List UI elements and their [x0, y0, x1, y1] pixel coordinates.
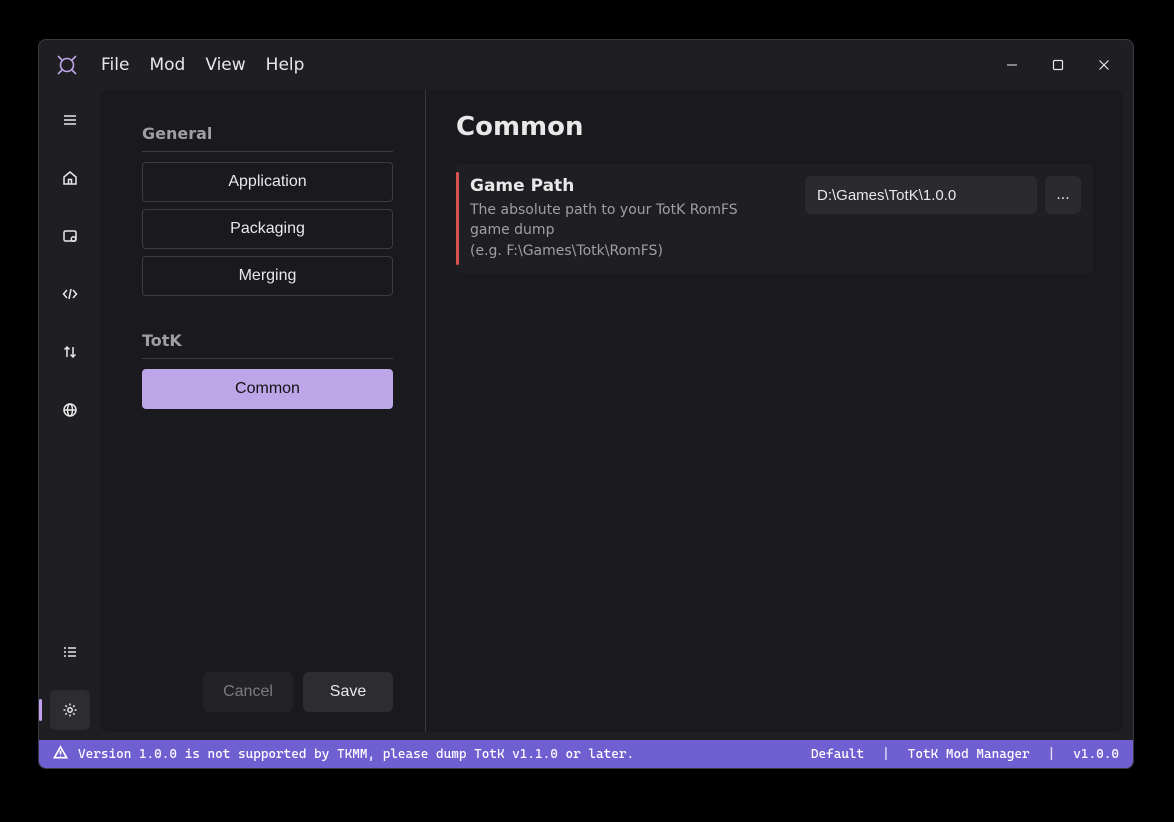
save-button[interactable]: Save: [303, 672, 393, 712]
setting-description: Game Path The absolute path to your TotK…: [470, 176, 750, 261]
hamburger-icon[interactable]: [50, 100, 90, 140]
divider: [142, 358, 393, 359]
app-body: General Application Packaging Merging To…: [39, 90, 1133, 740]
close-button[interactable]: [1081, 49, 1127, 81]
nav-common[interactable]: Common: [142, 369, 393, 409]
status-app-name: TotK Mod Manager: [908, 747, 1030, 762]
main-panel: General Application Packaging Merging To…: [100, 90, 1123, 732]
nav-application[interactable]: Application: [142, 162, 393, 202]
setting-sub-2: (e.g. F:\Games\Totk\RomFS): [470, 241, 750, 261]
home-icon[interactable]: [50, 158, 90, 198]
status-separator: |: [1048, 747, 1056, 762]
app-logo-icon: [53, 51, 81, 79]
nav-merging[interactable]: Merging: [142, 256, 393, 296]
setting-control: ...: [805, 176, 1081, 214]
nav-rail: [39, 90, 100, 740]
app-window: File Mod View Help: [38, 39, 1134, 769]
menu-view[interactable]: View: [195, 51, 255, 79]
content-heading: Common: [456, 112, 1093, 142]
menu-help[interactable]: Help: [256, 51, 315, 79]
setting-title: Game Path: [470, 176, 750, 196]
settings-content: Common Game Path The absolute path to yo…: [426, 90, 1123, 732]
game-path-input[interactable]: [805, 176, 1037, 214]
sort-icon[interactable]: [50, 332, 90, 372]
code-icon[interactable]: [50, 274, 90, 314]
titlebar: File Mod View Help: [39, 40, 1133, 90]
group-title-general: General: [142, 124, 393, 143]
status-message: Version 1.0.0 is not supported by TKMM, …: [78, 747, 634, 762]
group-title-totk: TotK: [142, 331, 393, 350]
status-separator: |: [882, 747, 890, 762]
settings-icon[interactable]: [50, 690, 90, 730]
menubar: File Mod View Help: [91, 51, 314, 79]
nav-packaging[interactable]: Packaging: [142, 209, 393, 249]
setting-game-path: Game Path The absolute path to your TotK…: [456, 164, 1093, 273]
minimize-button[interactable]: [989, 49, 1035, 81]
status-profile: Default: [811, 747, 864, 762]
warning-icon: [53, 745, 68, 764]
cancel-button[interactable]: Cancel: [203, 672, 293, 712]
setting-sub-1: The absolute path to your TotK RomFS gam…: [470, 200, 750, 241]
status-version: v1.0.0: [1073, 747, 1119, 762]
menu-file[interactable]: File: [91, 51, 139, 79]
settings-actions: Cancel Save: [142, 672, 393, 714]
settings-sidebar: General Application Packaging Merging To…: [100, 90, 426, 732]
menu-mod[interactable]: Mod: [139, 51, 195, 79]
list-icon[interactable]: [50, 632, 90, 672]
statusbar: Version 1.0.0 is not supported by TKMM, …: [39, 740, 1133, 768]
globe-icon[interactable]: [50, 390, 90, 430]
package-icon[interactable]: [50, 216, 90, 256]
divider: [142, 151, 393, 152]
maximize-button[interactable]: [1035, 49, 1081, 81]
window-controls: [989, 49, 1127, 81]
browse-button[interactable]: ...: [1045, 176, 1081, 214]
